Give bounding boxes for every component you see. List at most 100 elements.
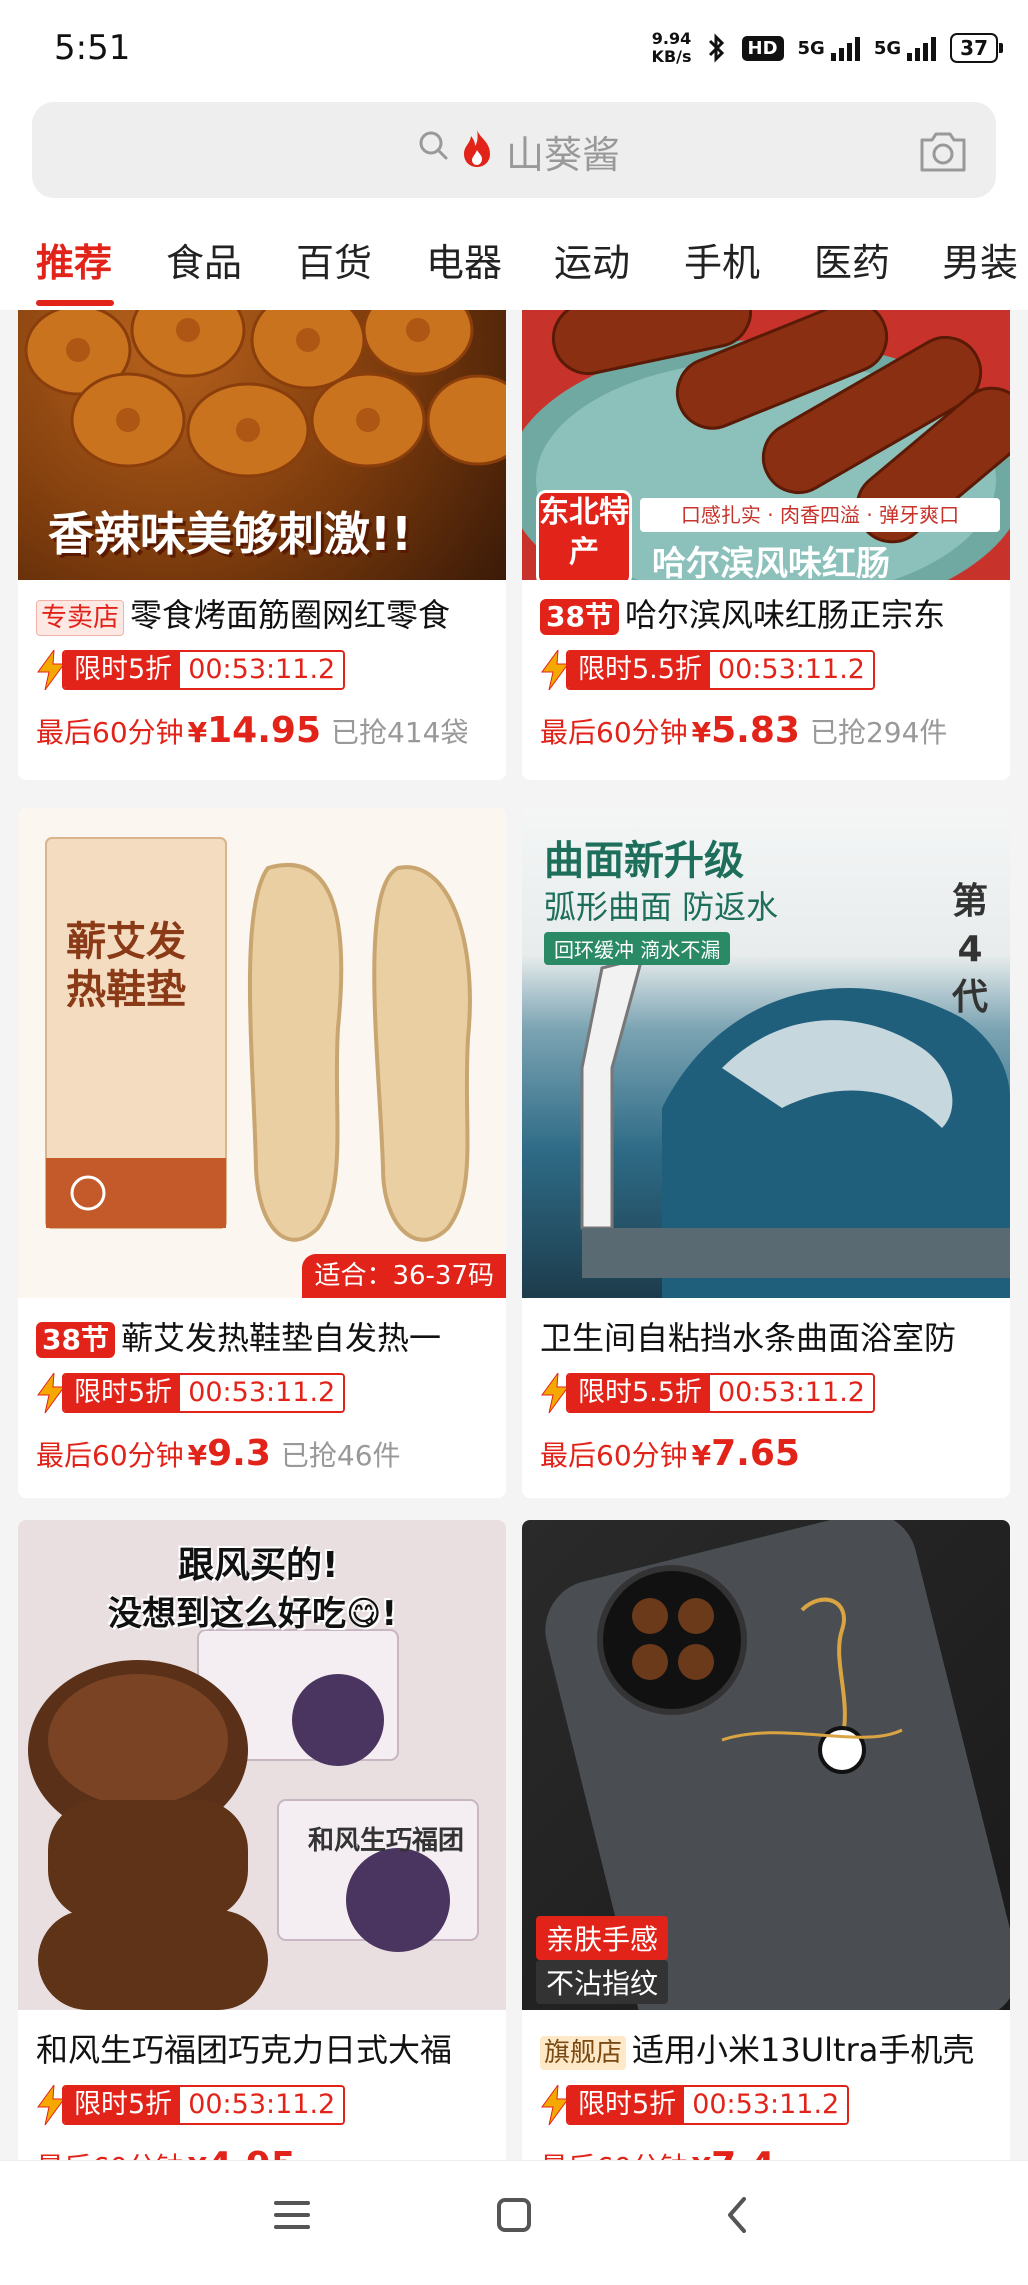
home-icon[interactable] bbox=[494, 2195, 534, 2235]
price-line: 最后60分钟 ¥ 5.83 已抢294件 bbox=[540, 710, 947, 751]
search-query: 山葵酱 bbox=[506, 133, 621, 177]
festival-badge: 38节 bbox=[540, 599, 619, 635]
flagship-badge: 旗舰店 bbox=[540, 2036, 627, 2070]
product-image: 蕲艾发热鞋垫 适合：36-37码 bbox=[18, 808, 506, 1298]
image-subline: 口感扎实 · 肉香四溢 · 弹牙爽口 bbox=[640, 498, 1000, 532]
menu-icon[interactable] bbox=[272, 2195, 312, 2235]
product-card[interactable]: 东北特产 口感扎实 · 肉香四溢 · 弹牙爽口 哈尔滨风味红肠 38节 哈尔滨风味… bbox=[522, 310, 1010, 780]
product-title: 旗舰店 适用小米13Ultra手机壳 bbox=[540, 2025, 1000, 2071]
insole-picture bbox=[45, 837, 472, 1242]
currency-symbol: ¥ bbox=[187, 716, 208, 749]
product-title-text: 蕲艾发热鞋垫自发热一 bbox=[120, 1319, 441, 1357]
price-line: 最后60分钟 ¥ 4.95 bbox=[36, 2145, 296, 2160]
product-card[interactable]: 亲肤手感 不沾指纹 旗舰店 适用小米13Ultra手机壳 限时5折 00:53:11… bbox=[522, 1520, 1010, 2160]
product-feed[interactable]: 香辣味美够刺激!! 专卖店 零食烤面筋圈网红零食 限时5折 00:53:11.2 最… bbox=[0, 310, 1028, 2160]
net-speed: 9.94 KB/s bbox=[652, 30, 692, 66]
tab-appliance[interactable]: 电器 bbox=[426, 232, 502, 287]
product-card[interactable]: 曲面新升级 弧形曲面 防返水 回环缓冲 滴水不漏 第4代 卫生间自粘挡水条曲面浴… bbox=[522, 808, 1010, 1498]
product-image: 香辣味美够刺激!! bbox=[18, 310, 506, 580]
currency-symbol: ¥ bbox=[188, 2151, 207, 2160]
image-chip-2: 不沾指纹 bbox=[536, 1960, 669, 2004]
image-chip-1: 亲肤手感 bbox=[536, 1916, 669, 1960]
price-line: 最后60分钟 ¥ 7.4 bbox=[540, 2145, 775, 2160]
countdown-timer: 00:53:11.2 bbox=[180, 1375, 344, 1411]
generation-label: 第4代 bbox=[951, 881, 988, 1018]
search-input[interactable]: 山葵酱 bbox=[32, 102, 996, 198]
currency-symbol: ¥ bbox=[692, 2151, 711, 2160]
last-minutes-label: 最后60分钟 bbox=[540, 2146, 688, 2160]
flash-discount: 限时5.5折 bbox=[568, 652, 710, 688]
tab-sports[interactable]: 运动 bbox=[554, 232, 630, 287]
fire-icon bbox=[464, 130, 490, 167]
tab-recommend[interactable]: 推荐 bbox=[36, 232, 112, 287]
price-line: 最后60分钟 ¥ 7.65 bbox=[540, 1433, 800, 1474]
status-time: 5:51 bbox=[54, 28, 131, 68]
product-image: 亲肤手感 不沾指纹 bbox=[522, 1520, 1010, 2010]
signal-1-label: 5G bbox=[797, 37, 825, 59]
flash-discount: 限时5折 bbox=[64, 1375, 181, 1411]
image-caption: 香辣味美够刺激!! bbox=[48, 507, 412, 561]
tab-menswear[interactable]: 男装 bbox=[942, 232, 1018, 287]
currency-symbol: ¥ bbox=[691, 716, 712, 749]
price-line: 最后60分钟 ¥ 14.95 已抢414袋 bbox=[36, 710, 468, 751]
hd-badge: HD bbox=[741, 35, 784, 61]
category-tabs: 推荐 食品 百货 电器 运动 手机 医药 男装 bbox=[0, 212, 1028, 310]
product-title: 卫生间自粘挡水条曲面浴室防 bbox=[540, 1313, 1000, 1359]
sold-count: 已抢46件 bbox=[280, 1439, 401, 1472]
product-card[interactable]: 蕲艾发热鞋垫 适合：36-37码 38节 蕲艾发热鞋垫自发热一 限时5折 00:53… bbox=[18, 808, 506, 1498]
tab-food[interactable]: 食品 bbox=[166, 232, 242, 287]
product-title-text: 哈尔滨风味红肠正宗东 bbox=[624, 596, 945, 634]
product-card[interactable]: 香辣味美够刺激!! 专卖店 零食烤面筋圈网红零食 限时5折 00:53:11.2 最… bbox=[18, 310, 506, 780]
product-card[interactable]: 跟风买的! 没想到这么好吃😋! 和风生巧福团 和风生巧福团巧克力日式大福 限时5… bbox=[18, 1520, 506, 2160]
flash-discount: 限时5折 bbox=[568, 2087, 685, 2123]
price: 7.4 bbox=[711, 2145, 775, 2160]
signal-2-icon bbox=[907, 35, 937, 61]
search-bar-container: 山葵酱 bbox=[0, 100, 1028, 212]
system-nav-bar bbox=[0, 2160, 1028, 2285]
bluetooth-icon bbox=[708, 33, 724, 63]
flash-sale-tag: 限时5.5折 00:53:11.2 bbox=[540, 650, 875, 690]
product-title: 38节 蕲艾发热鞋垫自发热一 bbox=[36, 1313, 496, 1359]
signal-2-label: 5G bbox=[873, 37, 902, 59]
countdown-timer: 00:53:11.2 bbox=[180, 2087, 344, 2123]
last-minutes-label: 最后60分钟 bbox=[540, 1439, 688, 1472]
flash-discount: 限时5折 bbox=[64, 2087, 181, 2123]
tab-medicine[interactable]: 医药 bbox=[814, 232, 890, 287]
product-title: 和风生巧福团巧克力日式大福 bbox=[36, 2025, 496, 2071]
price: 14.95 bbox=[207, 710, 321, 751]
tab-phone[interactable]: 手机 bbox=[684, 232, 760, 287]
image-caption-1: 跟风买的! bbox=[178, 1545, 339, 1586]
countdown-timer: 00:53:11.2 bbox=[180, 652, 344, 688]
currency-symbol: ¥ bbox=[187, 1439, 208, 1472]
product-title-text: 和风生巧福团巧克力日式大福 bbox=[36, 2031, 453, 2069]
countdown-timer: 00:53:11.2 bbox=[709, 652, 873, 688]
flash-sale-tag: 限时5折 00:53:11.2 bbox=[540, 2085, 850, 2125]
camera-icon[interactable] bbox=[916, 126, 970, 176]
price: 9.3 bbox=[207, 1433, 271, 1474]
last-minutes-label: 最后60分钟 bbox=[36, 716, 184, 749]
currency-symbol: ¥ bbox=[691, 1439, 712, 1472]
tab-daily[interactable]: 百货 bbox=[296, 232, 372, 287]
flash-sale-tag: 限时5.5折 00:53:11.2 bbox=[540, 1373, 875, 1413]
sold-count: 已抢414袋 bbox=[331, 716, 469, 749]
signal-1-icon bbox=[830, 35, 860, 61]
product-title: 38节 哈尔滨风味红肠正宗东 bbox=[540, 590, 1000, 636]
product-title: 专卖店 零食烤面筋圈网红零食 bbox=[36, 590, 496, 636]
price: 7.65 bbox=[711, 1433, 800, 1474]
status-icons: 9.94 KB/s HD 5G 5G 37 bbox=[652, 30, 1003, 66]
flash-sale-tag: 限时5折 00:53:11.2 bbox=[36, 1373, 346, 1413]
product-title-text: 零食烤面筋圈网红零食 bbox=[130, 596, 451, 634]
countdown-timer: 00:53:11.2 bbox=[684, 2087, 848, 2123]
product-image: 跟风买的! 没想到这么好吃😋! 和风生巧福团 bbox=[18, 1520, 506, 2010]
packet-text: 蕲艾发热鞋垫 bbox=[66, 919, 186, 1013]
price: 5.83 bbox=[711, 710, 800, 751]
flash-sale-tag: 限时5折 00:53:11.2 bbox=[36, 650, 346, 690]
search-icon bbox=[419, 131, 448, 160]
battery-icon: 37 bbox=[950, 33, 1003, 63]
net-speed-unit: KB/s bbox=[651, 47, 692, 66]
back-icon[interactable] bbox=[718, 2195, 758, 2235]
flash-discount: 限时5折 bbox=[64, 652, 181, 688]
image-caption-2: 没想到这么好吃😋! bbox=[108, 1594, 397, 1634]
sold-count: 已抢294件 bbox=[809, 716, 948, 749]
image-tag-text: 东北特产 bbox=[539, 495, 629, 570]
